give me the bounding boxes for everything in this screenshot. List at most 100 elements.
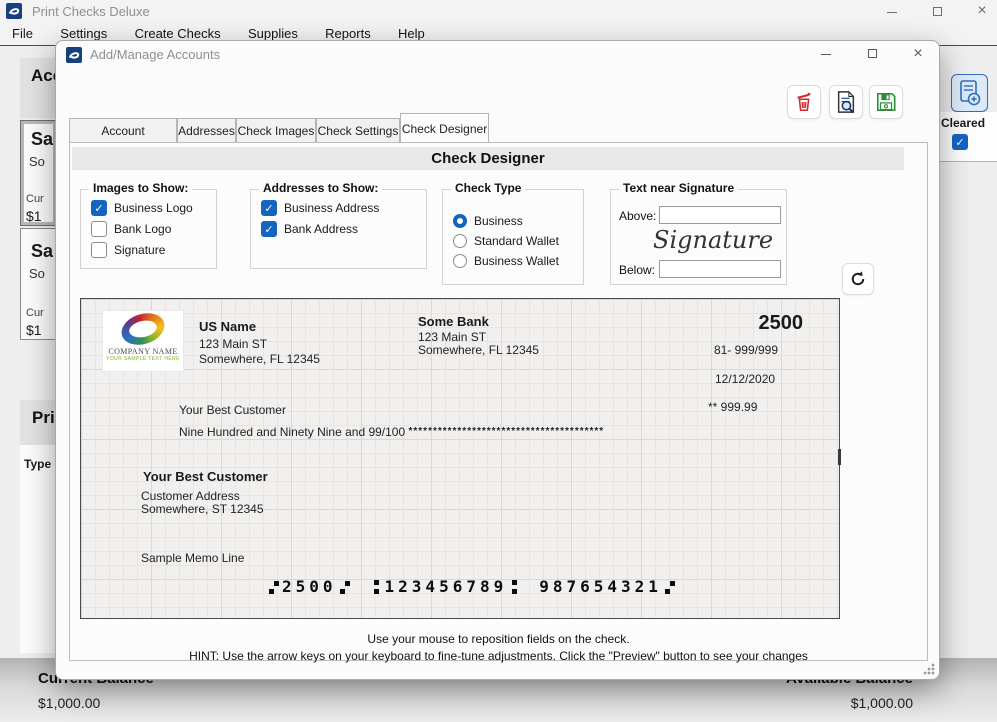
account-card[interactable]: Sa So Cur $1 (20, 120, 57, 226)
bank-address-checkbox[interactable]: ✓ (261, 221, 277, 237)
logo-tagline: YOUR SAMPLE TEXT HERE (103, 356, 183, 362)
micr-transit-icon (372, 580, 382, 594)
account-balance-label: Cur (26, 307, 44, 319)
floppy-disk-icon (875, 91, 897, 113)
micr-onus-icon (340, 580, 350, 594)
dialog-title: Add/Manage Accounts (90, 47, 220, 62)
signature-checkbox[interactable] (91, 242, 107, 258)
fraction-field[interactable]: 81- 999/999 (678, 343, 778, 357)
tab-addresses[interactable]: Addresses (177, 118, 236, 142)
bank-address2-field[interactable]: Somewhere, FL 12345 (418, 343, 539, 357)
business-logo-row: ✓ Business Logo (91, 200, 193, 216)
account-name: Sa (31, 241, 53, 262)
bank-address-label: Bank Address (284, 222, 358, 236)
hint-line-2: HINT: Use the arrow keys on your keyboar… (70, 649, 927, 663)
recipient-address1-field[interactable]: Customer Address (141, 489, 240, 503)
above-label: Above: (619, 209, 656, 223)
bank-address1-field[interactable]: 123 Main ST (418, 330, 486, 344)
text-near-signature-group: Text near Signature Above: Signature Bel… (610, 189, 787, 285)
bank-address-row: ✓ Bank Address (261, 221, 358, 237)
refresh-button[interactable] (842, 263, 874, 295)
tab-check-settings[interactable]: Check Settings (316, 118, 400, 142)
standard-wallet-label: Standard Wallet (474, 234, 559, 248)
tab-check-designer[interactable]: Check Designer (400, 113, 489, 142)
add-account-button[interactable] (951, 74, 988, 112)
signature-script: Signature (653, 226, 773, 254)
window-close-button[interactable]: × (967, 1, 997, 21)
trash-icon (793, 91, 815, 113)
memo-field[interactable]: Sample Memo Line (141, 551, 244, 565)
payer-address1-field[interactable]: 123 Main ST (199, 337, 267, 351)
amount-words-field[interactable]: Nine Hundred and Ninety Nine and 99/100 … (179, 425, 604, 439)
tab-account-information[interactable]: Account Information (69, 118, 177, 142)
micr-onus-icon (665, 580, 675, 594)
amount-fill-stars: **************************************** (409, 426, 605, 437)
window-title: Print Checks Deluxe (32, 4, 150, 19)
preview-button[interactable] (829, 85, 863, 119)
business-address-row: ✓ Business Address (261, 200, 379, 216)
recipient-name-field[interactable]: Your Best Customer (143, 469, 268, 484)
recipient-address2-field[interactable]: Somewhere, ST 12345 (141, 502, 264, 516)
payer-address2-field[interactable]: Somewhere, FL 12345 (199, 352, 320, 366)
business-radio[interactable] (453, 214, 467, 228)
micr-onus-icon (269, 580, 279, 594)
below-input[interactable] (659, 260, 781, 278)
amount-field[interactable]: ** 999.99 (708, 400, 757, 414)
standard-wallet-radio[interactable] (453, 234, 467, 248)
check-edge-marker (838, 449, 841, 465)
dialog-minimize-button[interactable] (812, 44, 840, 64)
business-logo-checkbox[interactable]: ✓ (91, 200, 107, 216)
business-address-label: Business Address (284, 201, 379, 215)
logo-swirl-icon (117, 308, 168, 350)
business-wallet-radio[interactable] (453, 254, 467, 268)
window-maximize-button[interactable] (922, 1, 952, 21)
logo-company-name: COMPANY NAME (103, 347, 183, 356)
window-minimize-button[interactable] (877, 1, 907, 21)
payer-name-field[interactable]: US Name (199, 319, 256, 334)
account-card[interactable]: Sa So Cur $1 (20, 228, 57, 340)
micr-routing: 123456789 (385, 577, 508, 596)
dialog-close-button[interactable]: × (904, 44, 932, 64)
business-wallet-row: Business Wallet (453, 254, 559, 268)
standard-wallet-row: Standard Wallet (453, 234, 559, 248)
date-field[interactable]: 12/12/2020 (715, 372, 775, 386)
amount-words: Nine Hundred and Ninety Nine and 99/100 (179, 425, 405, 439)
current-balance-value: $1,000.00 (38, 695, 100, 711)
delete-account-button[interactable] (787, 85, 821, 119)
available-balance-value: $1,000.00 (851, 695, 913, 711)
check-preview[interactable]: COMPANY NAME YOUR SAMPLE TEXT HERE US Na… (80, 298, 840, 619)
bank-logo-checkbox[interactable] (91, 221, 107, 237)
type-column-header: Type (24, 457, 51, 471)
micr-line-field[interactable]: 2500123456789987654321 (266, 577, 678, 596)
images-to-show-group: Images to Show: ✓ Business Logo Bank Log… (80, 189, 217, 269)
window-titlebar: Print Checks Deluxe × (0, 0, 997, 22)
bank-name-field[interactable]: Some Bank (418, 314, 489, 329)
cleared-column: Cleared ✓ (938, 112, 997, 162)
bank-logo-label: Bank Logo (114, 222, 171, 236)
business-type-row: Business (453, 214, 523, 228)
document-magnifier-icon (835, 90, 857, 114)
payee-field[interactable]: Your Best Customer (179, 403, 286, 417)
check-type-group: Check Type Business Standard Wallet Busi… (442, 189, 584, 285)
dialog-app-icon (66, 47, 82, 63)
dialog-resize-grip[interactable] (923, 663, 935, 675)
check-number-field[interactable]: 2500 (703, 312, 803, 335)
above-input[interactable] (659, 206, 781, 224)
bank-logo-row: Bank Logo (91, 221, 171, 237)
save-button[interactable] (869, 85, 903, 119)
print-panel-header: Pri (20, 400, 57, 445)
cleared-checkbox[interactable]: ✓ (952, 134, 968, 150)
text-near-signature-title: Text near Signature (619, 181, 738, 195)
tab-check-images[interactable]: Check Images (236, 118, 316, 142)
hint-line-1: Use your mouse to reposition fields on t… (70, 632, 927, 646)
refresh-icon (849, 270, 867, 288)
business-logo-field[interactable]: COMPANY NAME YOUR SAMPLE TEXT HERE (103, 311, 183, 371)
micr-transit-icon (510, 580, 520, 594)
addresses-group-title: Addresses to Show: (259, 181, 382, 195)
dialog-tabstrip: Account InformationAddressesCheck Images… (69, 113, 489, 142)
business-address-checkbox[interactable]: ✓ (261, 200, 277, 216)
document-plus-icon (959, 80, 981, 106)
menu-file[interactable]: File (8, 22, 37, 45)
dialog-maximize-button[interactable] (858, 44, 886, 64)
account-bank: So (29, 266, 45, 281)
